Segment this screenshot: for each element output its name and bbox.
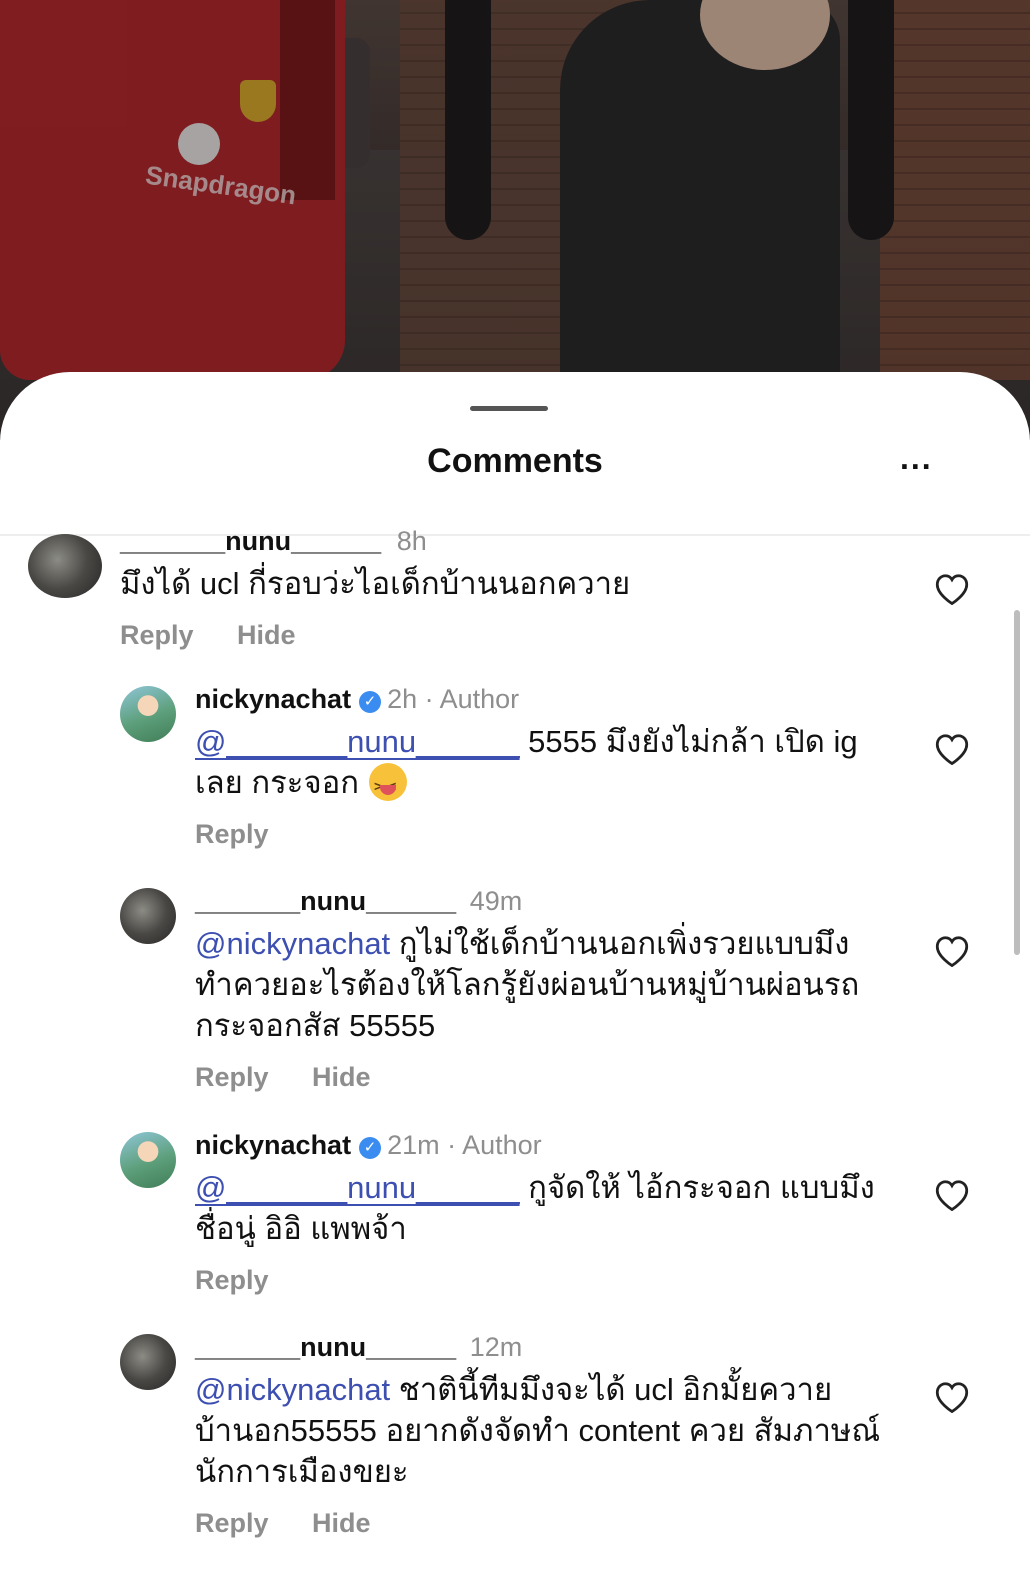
avatar[interactable] (120, 1132, 176, 1188)
reply-button[interactable]: Reply (195, 1508, 269, 1538)
comment-body: nickynachat ✓ 2h · Author @_______nunu____… (195, 684, 885, 850)
hide-button[interactable]: Hide (312, 1508, 371, 1538)
comment-actions: Reply (195, 819, 885, 850)
mention-link[interactable]: @nickynachat (195, 926, 390, 961)
comment-time: 8h (396, 526, 427, 556)
more-options-icon[interactable]: ... (900, 442, 933, 474)
heart-icon[interactable] (932, 1378, 972, 1414)
reply-button[interactable]: Reply (195, 1265, 269, 1295)
heart-icon[interactable] (932, 570, 972, 606)
comment-text: มึงได้ ucl กี่รอบว่ะไอเด็กบ้านนอกควาย (120, 566, 631, 601)
comment-meta: _______nunu______ 49m (195, 886, 885, 917)
comment-username[interactable]: _______nunu______ (195, 1332, 456, 1362)
avatar[interactable] (120, 1334, 176, 1390)
hide-button[interactable]: Hide (237, 620, 296, 650)
reply-button[interactable]: Reply (195, 819, 269, 849)
avatar[interactable] (120, 888, 176, 944)
comment-body: _______nunu______ 12m @nickynachat ชาติน… (195, 1332, 885, 1539)
comment-body: _______nunu______ 8h มึงได้ ucl กี่รอบว่… (120, 526, 910, 651)
scrollbar[interactable] (1014, 610, 1020, 955)
mention-link[interactable]: @_______nunu______ (195, 724, 520, 759)
comment-username[interactable]: _______nunu______ (120, 526, 381, 556)
comment-text-block: @nickynachat ชาตินี้ทีมมึงจะได้ ucl อิกม… (195, 1369, 885, 1492)
heart-icon[interactable] (932, 1176, 972, 1212)
heart-icon[interactable] (932, 932, 972, 968)
comment-body: nickynachat ✓ 21m · Author @_______nunu___… (195, 1130, 885, 1296)
comment-actions: Reply Hide (195, 1508, 885, 1539)
comment-meta: nickynachat ✓ 2h · Author (195, 684, 885, 715)
mention-link[interactable]: @nickynachat (195, 1372, 390, 1407)
comment-username[interactable]: _______nunu______ (195, 886, 456, 916)
verified-badge-icon: ✓ (359, 691, 382, 713)
comment-meta: _______nunu______ 8h (120, 526, 910, 557)
hide-button[interactable]: Hide (312, 1062, 371, 1092)
comment-body: _______nunu______ 49m @nickynachat กูไม่… (195, 886, 885, 1093)
comment-text-block: @nickynachat กูไม่ใช้เด็กบ้านนอกเพิ่งรวย… (195, 923, 885, 1046)
reply-button[interactable]: Reply (195, 1062, 269, 1092)
mention-link[interactable]: @_______nunu______ (195, 1170, 520, 1205)
sheet-title: Comments (427, 442, 603, 480)
comment-username[interactable]: nickynachat (195, 684, 351, 714)
verified-badge-icon: ✓ (359, 1137, 382, 1159)
comment-actions: Reply (195, 1265, 885, 1296)
comment-actions: Reply Hide (195, 1062, 885, 1093)
comment-meta: _______nunu______ 12m (195, 1332, 885, 1363)
comment-time: 21m · Author (387, 1130, 542, 1160)
tongue-out-emoji-icon (369, 763, 407, 807)
reply-button[interactable]: Reply (120, 620, 194, 650)
comment-time: 2h · Author (387, 684, 520, 714)
comment-time: 12m (469, 1332, 523, 1362)
comment-username[interactable]: nickynachat (195, 1130, 351, 1160)
comment-text-block: @_______nunu______ กูจัดให้ ไอ้กระจอก แบ… (195, 1167, 885, 1249)
avatar[interactable] (28, 534, 102, 598)
comment-text-block: @_______nunu______ 5555 มึงยังไม่กล้า เป… (195, 721, 885, 807)
sheet-drag-handle[interactable] (470, 406, 548, 411)
comment-time: 49m (469, 886, 523, 916)
comment-actions: Reply Hide (120, 620, 910, 651)
avatar[interactable] (120, 686, 176, 742)
heart-icon[interactable] (932, 730, 972, 766)
comment-meta: nickynachat ✓ 21m · Author (195, 1130, 885, 1161)
